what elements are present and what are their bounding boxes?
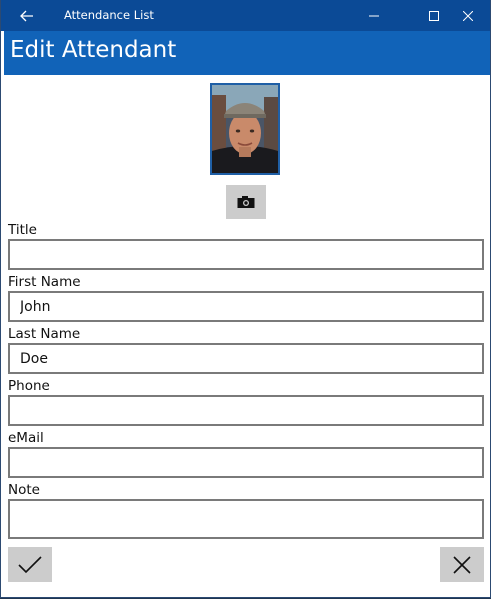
title-bar: Attendance List	[1, 0, 490, 31]
note-label: Note	[8, 482, 40, 498]
minimize-icon	[369, 15, 379, 16]
checkmark-icon	[18, 555, 42, 573]
minimize-button[interactable]	[351, 0, 397, 31]
take-photo-button[interactable]	[226, 185, 266, 219]
app-window: Attendance List Edit Attendant Title Fir…	[0, 0, 491, 598]
accept-button[interactable]	[8, 547, 52, 582]
back-button[interactable]	[1, 0, 53, 31]
email-field[interactable]	[8, 447, 484, 478]
portrait-image	[212, 85, 278, 173]
page-title: Edit Attendant	[10, 37, 177, 63]
title-field[interactable]	[8, 239, 484, 270]
first-name-field[interactable]	[8, 291, 484, 322]
page-header: Edit Attendant	[4, 31, 490, 75]
window-title: Attendance List	[64, 8, 154, 22]
back-arrow-icon	[20, 10, 33, 21]
camera-icon	[237, 196, 255, 208]
email-label: eMail	[8, 430, 44, 446]
close-icon	[463, 10, 473, 21]
x-icon	[453, 555, 471, 574]
attendant-photo[interactable]	[210, 83, 280, 175]
cancel-button[interactable]	[440, 547, 484, 582]
close-window-button[interactable]	[445, 0, 491, 31]
last-name-label: Last Name	[8, 326, 81, 342]
note-field[interactable]	[8, 499, 484, 539]
phone-label: Phone	[8, 378, 50, 394]
title-label: Title	[8, 222, 37, 238]
last-name-field[interactable]	[8, 343, 484, 374]
maximize-icon	[429, 10, 439, 21]
phone-field[interactable]	[8, 395, 484, 426]
first-name-label: First Name	[8, 274, 81, 290]
